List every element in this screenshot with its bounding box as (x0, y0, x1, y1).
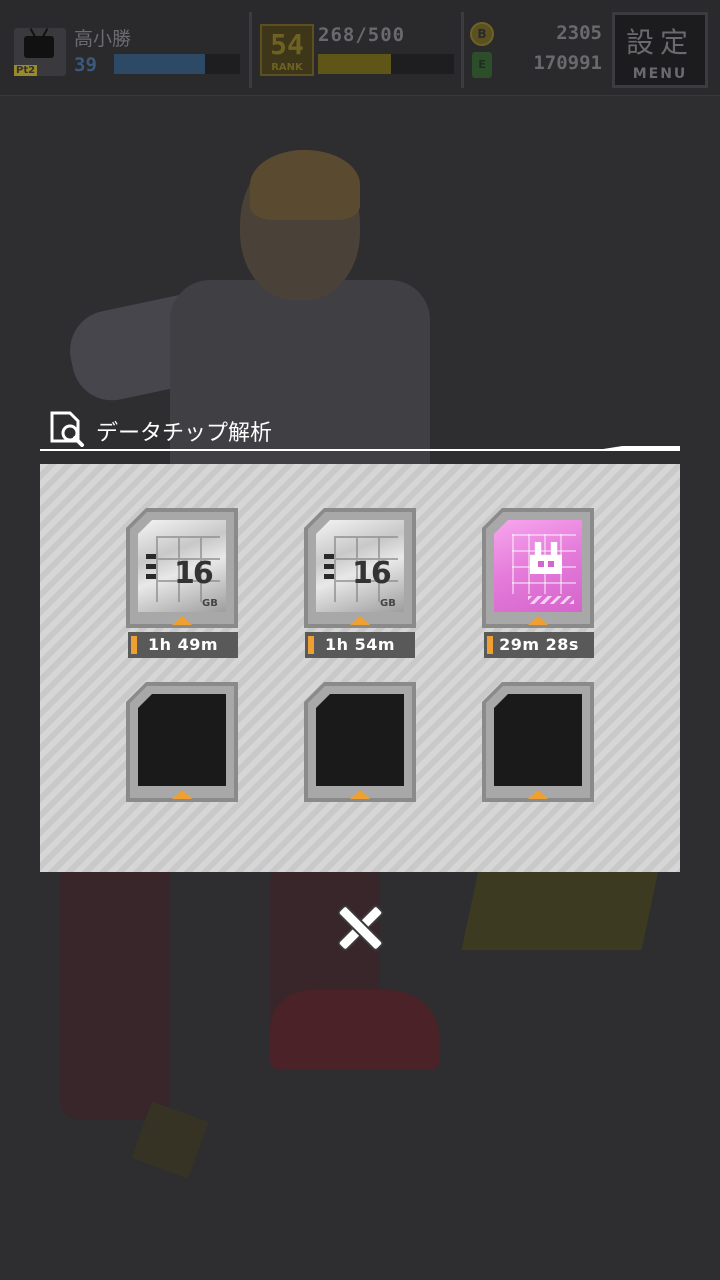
rank-label: RANK (271, 62, 303, 73)
chip-unit: GB (380, 598, 396, 609)
chip-notch (324, 574, 334, 579)
header-divider (461, 12, 464, 88)
slot-arrow-icon (528, 616, 548, 625)
tv-tag: Pt2 (14, 65, 38, 76)
chip-notch (324, 554, 334, 559)
slot-arrow-icon (172, 616, 192, 625)
chip-timer-3: 29m 28s (484, 632, 594, 658)
header-divider (249, 12, 252, 88)
chip-notch (146, 574, 156, 579)
chip-notch (146, 554, 156, 559)
coin-icon: B (470, 22, 494, 46)
stamina-value: 268/500 (318, 24, 406, 46)
stamina-bar (318, 54, 454, 74)
slot-arrow-icon (350, 790, 370, 799)
chip-slot-5-empty[interactable] (304, 682, 416, 802)
document-search-icon (50, 411, 84, 447)
exp-bar (114, 54, 240, 74)
slot-arrow-icon (172, 790, 192, 799)
chip-slot-4-empty[interactable] (126, 682, 238, 802)
dialog-title: データチップ解析 (96, 421, 273, 446)
menu-label: MENU (632, 66, 688, 82)
gem-count: 170991 (533, 52, 602, 74)
chip-slot-1[interactable]: 16 GB (126, 508, 238, 628)
data-chip-panel: 16 GB 1h 49m 16 GB 1h 54m 29m 28s (40, 464, 680, 872)
chip-capacity: 16 (174, 556, 214, 591)
silver-data-chip: 16 GB (316, 520, 404, 612)
profile-tv-button[interactable]: Pt2 (14, 28, 66, 76)
chip-unit: GB (202, 598, 218, 609)
pink-data-chip (494, 520, 582, 612)
rank-number: 54 (270, 28, 304, 61)
background-yellow-shape (461, 870, 659, 950)
chip-stripes (528, 596, 574, 604)
chip-notch (146, 564, 156, 569)
chip-timer-1: 1h 49m (128, 632, 238, 658)
stamina-bar-fill (318, 54, 391, 74)
empty-slot-screen (316, 694, 404, 786)
chip-capacity: 16 (352, 556, 392, 591)
gem-icon: E (472, 52, 492, 78)
empty-slot-screen (138, 694, 226, 786)
exp-bar-fill (114, 54, 205, 74)
empty-slot-screen (494, 694, 582, 786)
player-level: 39 (74, 54, 97, 76)
tv-icon (24, 36, 54, 58)
character-hair-shape (250, 150, 360, 220)
character-boot-shape (270, 990, 440, 1070)
slot-arrow-icon (350, 616, 370, 625)
silver-data-chip: 16 GB (138, 520, 226, 612)
chip-timer-2: 1h 54m (305, 632, 415, 658)
character-leg-shape (60, 860, 170, 1120)
status-header: Pt2 高小勝 39 54 RANK 268/500 B 2305 E 1709… (0, 0, 720, 96)
chip-slot-6-empty[interactable] (482, 682, 594, 802)
menu-kanji-label: 設定 (625, 26, 694, 59)
settings-menu-button[interactable]: 設定 MENU (612, 12, 708, 88)
close-icon[interactable] (336, 904, 384, 952)
chip-notch (324, 564, 334, 569)
rank-badge: 54 RANK (260, 24, 314, 76)
player-name: 高小勝 (74, 28, 132, 50)
chip-slot-2[interactable]: 16 GB (304, 508, 416, 628)
slot-arrow-icon (528, 790, 548, 799)
coin-count: 2305 (556, 22, 602, 44)
chip-slot-3[interactable] (482, 508, 594, 628)
